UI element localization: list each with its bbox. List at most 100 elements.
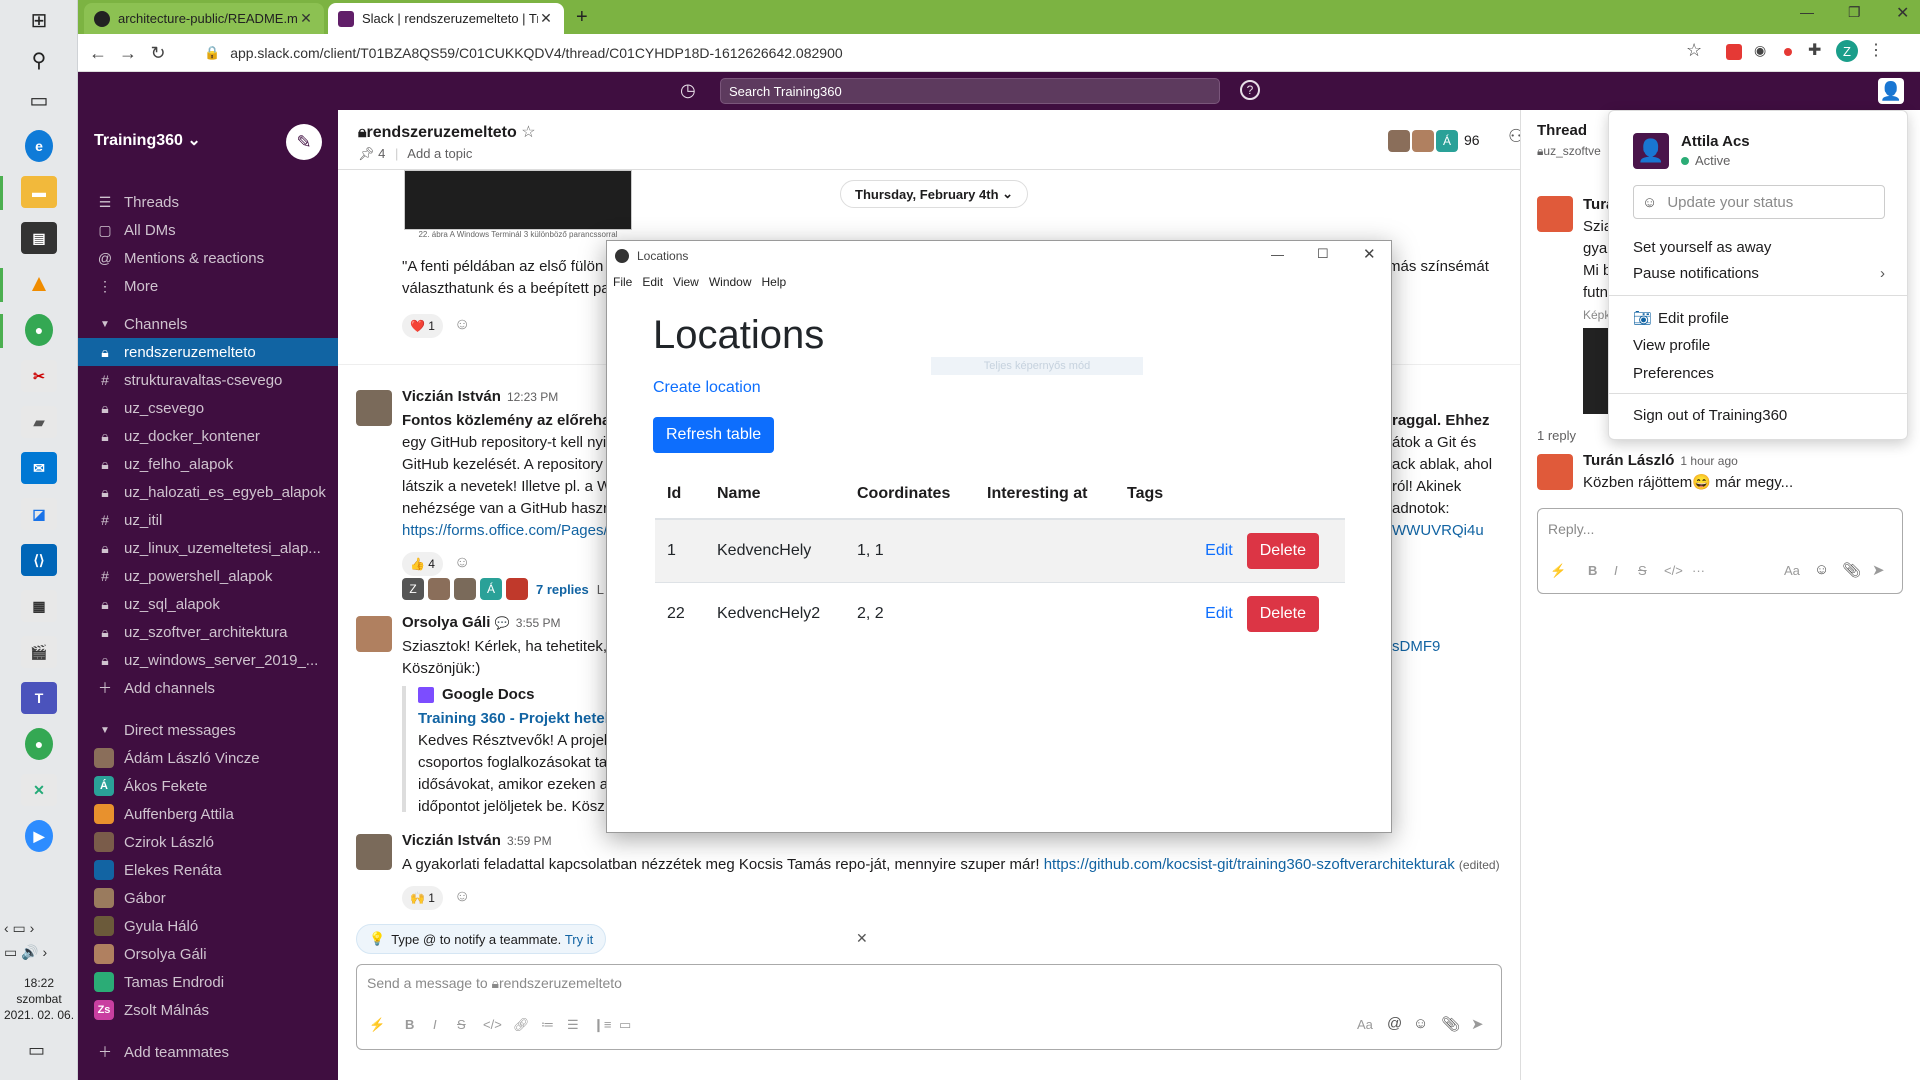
paint-icon[interactable]: ◪ bbox=[21, 498, 57, 530]
mail-icon[interactable]: ✉ bbox=[21, 452, 57, 484]
sidebar-channel[interactable]: 🔒︎ uz_docker_kontener bbox=[78, 422, 338, 450]
sidebar-channel[interactable]: # uz_powershell_alapok bbox=[78, 562, 338, 590]
app-icon[interactable]: ▦ bbox=[21, 590, 57, 622]
channels-section-header[interactable]: ▼ Channels bbox=[78, 310, 338, 338]
address-bar[interactable]: 🔒 app.slack.com/client/T01BZA8QS59/C01CU… bbox=[190, 38, 1810, 68]
code-block-icon[interactable]: ▭ bbox=[619, 1017, 631, 1033]
avatar[interactable] bbox=[356, 616, 392, 652]
help-icon[interactable]: ? bbox=[1240, 80, 1260, 100]
send-icon[interactable]: ➤ bbox=[1872, 561, 1885, 579]
dm-section-header[interactable]: ▼ Direct messages bbox=[78, 716, 338, 744]
strike-icon[interactable]: S bbox=[1638, 563, 1647, 578]
strike-icon[interactable]: S bbox=[457, 1017, 466, 1032]
sidebar-dm-item[interactable]: Gábor bbox=[78, 884, 338, 912]
edge-browser-icon[interactable]: e bbox=[25, 130, 53, 162]
shortcuts-icon[interactable]: ⚡ bbox=[1550, 563, 1566, 579]
reaction-hands[interactable]: 🙌 1 bbox=[402, 886, 443, 910]
system-clock[interactable]: 18:22 szombat 2021. 02. 06. bbox=[0, 975, 78, 1023]
history-icon[interactable]: ◷ bbox=[680, 80, 696, 101]
tray-icons[interactable]: ‹ ▭ › bbox=[4, 920, 74, 937]
tools-icon[interactable]: ✕ bbox=[21, 774, 57, 806]
menu-edit[interactable]: Edit bbox=[642, 275, 663, 289]
extension-icon[interactable]: ◉ bbox=[1754, 42, 1766, 59]
sidebar-item-all-dms[interactable]: ▢ All DMs bbox=[78, 216, 338, 244]
avatar[interactable] bbox=[356, 390, 392, 426]
dismiss-hint-icon[interactable]: ✕ bbox=[856, 930, 868, 947]
window-close-icon[interactable]: ✕ bbox=[1896, 3, 1909, 23]
chrome-icon[interactable]: ● bbox=[25, 314, 53, 346]
sidebar-channel-rendszeruzemelteto[interactable]: 🔒︎ rendszeruzemelteto bbox=[78, 338, 338, 366]
status-input[interactable]: ☺ Update your status bbox=[1633, 185, 1885, 219]
windows-start-icon[interactable]: ⊞ bbox=[21, 4, 57, 36]
compose-icon[interactable]: ✎ bbox=[286, 124, 322, 160]
sidebar-dm-item[interactable]: Orsolya Gáli bbox=[78, 940, 338, 968]
pause-notifications-item[interactable]: Pause notifications › bbox=[1633, 265, 1885, 282]
sidebar-dm-item[interactable]: Á Ákos Fekete bbox=[78, 772, 338, 800]
extension-shield-icon[interactable] bbox=[1726, 44, 1742, 60]
sidebar-dm-item[interactable]: Czirok László bbox=[78, 828, 338, 856]
star-icon[interactable]: ☆ bbox=[521, 124, 535, 141]
extensions-puzzle-icon[interactable]: ✚ bbox=[1808, 40, 1821, 60]
date-divider[interactable]: Thursday, February 4th ⌄ bbox=[840, 180, 1029, 208]
chrome-profile-avatar[interactable]: Z bbox=[1836, 40, 1858, 62]
pin-icon[interactable]: 📌︎ bbox=[358, 146, 375, 161]
menu-view[interactable]: View bbox=[673, 275, 699, 289]
avatar[interactable] bbox=[1537, 454, 1573, 490]
create-location-link[interactable]: Create location bbox=[653, 379, 761, 397]
new-tab-icon[interactable]: + bbox=[576, 6, 588, 29]
sidebar-dm-item[interactable]: Elekes Renáta bbox=[78, 856, 338, 884]
message-author[interactable]: Turán László bbox=[1583, 452, 1674, 469]
thread-channel[interactable]: 🔒︎uz_szoftve bbox=[1537, 144, 1601, 159]
vscode-icon[interactable]: ⟨⟩ bbox=[21, 544, 57, 576]
task-view-icon[interactable]: ▭ bbox=[21, 84, 57, 116]
ordered-list-icon[interactable]: ≔ bbox=[541, 1017, 554, 1033]
add-reaction-icon[interactable]: ☺ bbox=[454, 316, 470, 334]
chrome-menu-icon[interactable]: ⋮ bbox=[1868, 40, 1884, 60]
edit-button[interactable]: Edit bbox=[1205, 605, 1233, 622]
member-avatars[interactable]: Á bbox=[1388, 130, 1458, 152]
message-time[interactable]: 3:55 PM bbox=[516, 616, 561, 630]
sidebar-dm-item[interactable]: Auffenberg Attila bbox=[78, 800, 338, 828]
message-author[interactable]: Orsolya Gáli bbox=[402, 614, 490, 631]
reaction-thumbs-up[interactable]: 👍 4 bbox=[402, 552, 443, 576]
menu-window[interactable]: Window bbox=[709, 275, 752, 289]
window-titlebar[interactable]: Locations — ☐ ✕ bbox=[607, 241, 1391, 271]
bookmark-star-icon[interactable]: ☆ bbox=[1686, 40, 1702, 61]
window-restore-icon[interactable]: ❐ bbox=[1848, 4, 1861, 21]
tray-network-icon[interactable]: ▭ 🔊 › bbox=[4, 944, 74, 961]
blockquote-icon[interactable]: ❙≡ bbox=[593, 1017, 611, 1033]
reply-composer[interactable]: Reply... ⚡ B I S </> ··· Aa ☺ 📎︎ ➤ bbox=[1537, 508, 1903, 594]
emoji-icon[interactable]: ☺ bbox=[1413, 1015, 1428, 1032]
try-it-link[interactable]: Try it bbox=[565, 932, 593, 947]
sidebar-channel[interactable]: # strukturavaltas-csevego bbox=[78, 366, 338, 394]
tool-icon[interactable]: ▰ bbox=[21, 406, 57, 438]
browser-tab-github[interactable]: architecture-public/README.md ✕ bbox=[84, 3, 324, 34]
send-icon[interactable]: ➤ bbox=[1471, 1015, 1484, 1033]
window-minimize-icon[interactable]: — bbox=[1271, 247, 1284, 262]
sidebar-dm-item[interactable]: Tamas Endrodi bbox=[78, 968, 338, 996]
store-icon[interactable]: ▤ bbox=[21, 222, 57, 254]
window-maximize-icon[interactable]: ☐ bbox=[1317, 246, 1329, 262]
forward-icon[interactable]: → bbox=[114, 39, 142, 67]
set-away-item[interactable]: Set yourself as away bbox=[1633, 239, 1771, 256]
sidebar-channel[interactable]: 🔒︎ uz_halozati_es_egyeb_alapok bbox=[78, 478, 338, 506]
close-tab-icon[interactable]: ✕ bbox=[298, 10, 314, 27]
emoji-icon[interactable]: ☺ bbox=[1814, 561, 1829, 578]
refresh-table-button[interactable]: Refresh table bbox=[653, 417, 775, 453]
chrome-profile-icon[interactable]: ● bbox=[25, 728, 53, 760]
user-avatar[interactable]: 👤 bbox=[1878, 78, 1904, 104]
taskbar-search-icon[interactable]: ⚲ bbox=[21, 44, 57, 76]
bold-icon[interactable]: B bbox=[1588, 563, 1597, 578]
link-icon[interactable]: 🔗︎ bbox=[513, 1017, 530, 1033]
search-input[interactable]: Search Training360 bbox=[720, 78, 1220, 104]
code-icon[interactable]: </> bbox=[1664, 563, 1683, 578]
channel-title[interactable]: 🔒︎rendszeruzemelteto ☆ bbox=[358, 122, 536, 142]
italic-icon[interactable]: I bbox=[1614, 563, 1618, 578]
teams-icon[interactable]: T bbox=[21, 682, 57, 714]
sidebar-dm-item[interactable]: Zs Zsolt Málnás bbox=[78, 996, 338, 1024]
avatar[interactable] bbox=[356, 834, 392, 870]
sidebar-channel[interactable]: 🔒︎ uz_szoftver_architektura bbox=[78, 618, 338, 646]
reload-icon[interactable]: ↻ bbox=[144, 39, 172, 67]
zoom-icon[interactable]: ▶ bbox=[25, 820, 53, 852]
message-time[interactable]: 3:59 PM bbox=[507, 834, 552, 848]
